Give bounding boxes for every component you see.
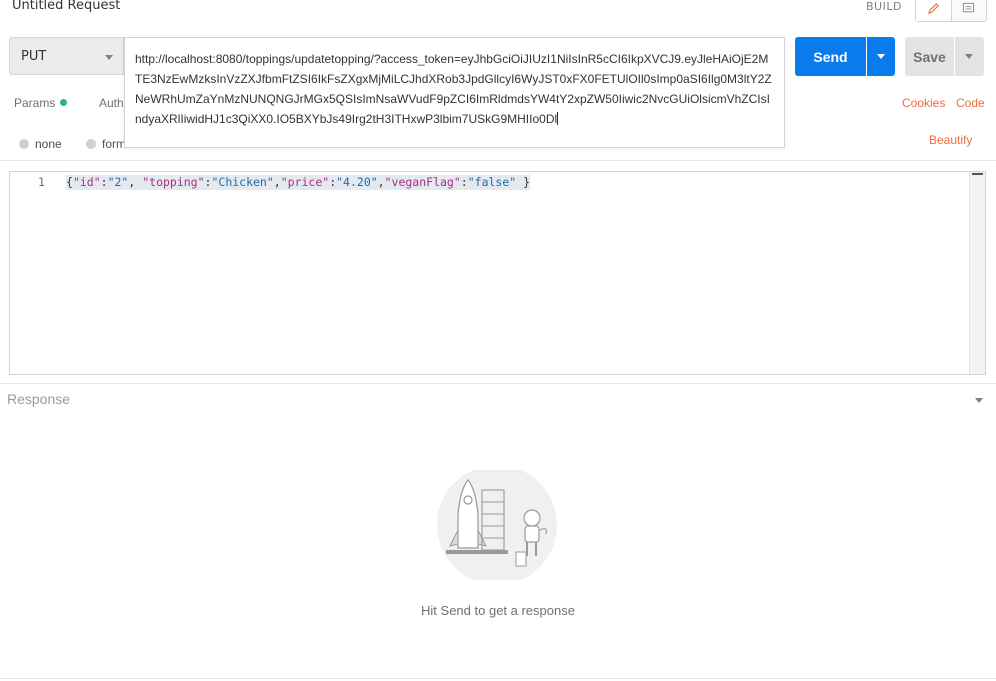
code-token: "2" [107, 175, 129, 189]
request-title[interactable]: Untitled Request [12, 0, 120, 13]
empty-response-message: Hit Send to get a response [421, 603, 575, 618]
editor-scrollbar[interactable] [969, 172, 985, 374]
rocket-astronaut-illustration [437, 470, 557, 580]
code-token: : [100, 175, 108, 189]
code-token: "false" [467, 175, 517, 189]
radio-none [19, 139, 29, 149]
chevron-down-icon [877, 54, 885, 59]
code-token: , [273, 175, 281, 189]
tab-params[interactable]: Params [14, 96, 68, 110]
url-input[interactable]: http://localhost:8080/toppings/updatetop… [124, 37, 785, 148]
code-token: , [377, 175, 385, 189]
tab-authorization[interactable]: Auth [99, 96, 124, 110]
chevron-down-icon[interactable] [975, 398, 983, 403]
build-mode-label: BUILD [866, 0, 902, 13]
code-token: "Chicken" [211, 175, 274, 189]
save-options-button[interactable] [955, 37, 984, 76]
view-mode-toggle [915, 0, 987, 22]
body-mode-form-data[interactable]: form [86, 133, 126, 152]
beautify-link[interactable]: Beautify [929, 133, 972, 147]
body-mode-none-label: none [35, 137, 62, 151]
tab-authorization-label: Auth [99, 96, 124, 110]
url-value: http://localhost:8080/toppings/updatetop… [135, 52, 772, 126]
pencil-icon [927, 2, 939, 14]
chevron-down-icon [965, 54, 973, 59]
edit-mode-button[interactable] [916, 0, 952, 21]
code-token: "price" [280, 175, 330, 189]
code-token: } [516, 175, 531, 189]
code-token: , [128, 175, 143, 189]
comments-mode-button[interactable] [952, 0, 987, 21]
code-token: { [66, 175, 73, 189]
code-line: {"id":"2", "topping":"Chicken","price":"… [66, 175, 531, 190]
divider [0, 383, 996, 384]
method-value: PUT [21, 49, 47, 64]
divider [0, 160, 996, 161]
body-mode-none[interactable]: none [19, 133, 62, 152]
radio-form-data [86, 139, 96, 149]
code-token: "topping" [142, 175, 205, 189]
code-token: "veganFlag" [384, 175, 461, 189]
send-options-button[interactable] [867, 37, 895, 76]
cookies-link[interactable]: Cookies [902, 96, 945, 110]
code-token: "4.20" [336, 175, 378, 189]
text-cursor [557, 112, 559, 125]
body-mode-form-label: form [102, 137, 126, 151]
params-status-dot [60, 99, 68, 106]
method-select[interactable]: PUT [9, 37, 124, 75]
response-title: Response [7, 391, 71, 407]
divider [0, 678, 996, 679]
chevron-down-icon [105, 55, 113, 60]
body-editor[interactable]: 1 {"id":"2", "topping":"Chicken","price"… [9, 171, 986, 375]
line-number: 1 [38, 175, 45, 189]
code-token: "id" [72, 175, 101, 189]
tab-params-label: Params [14, 96, 56, 110]
save-button[interactable]: Save [905, 37, 954, 76]
comment-icon [963, 2, 975, 12]
code-link[interactable]: Code [956, 96, 985, 110]
send-button[interactable]: Send [795, 37, 866, 76]
code-token: : [460, 175, 468, 189]
scrollbar-thumb[interactable] [972, 173, 983, 175]
